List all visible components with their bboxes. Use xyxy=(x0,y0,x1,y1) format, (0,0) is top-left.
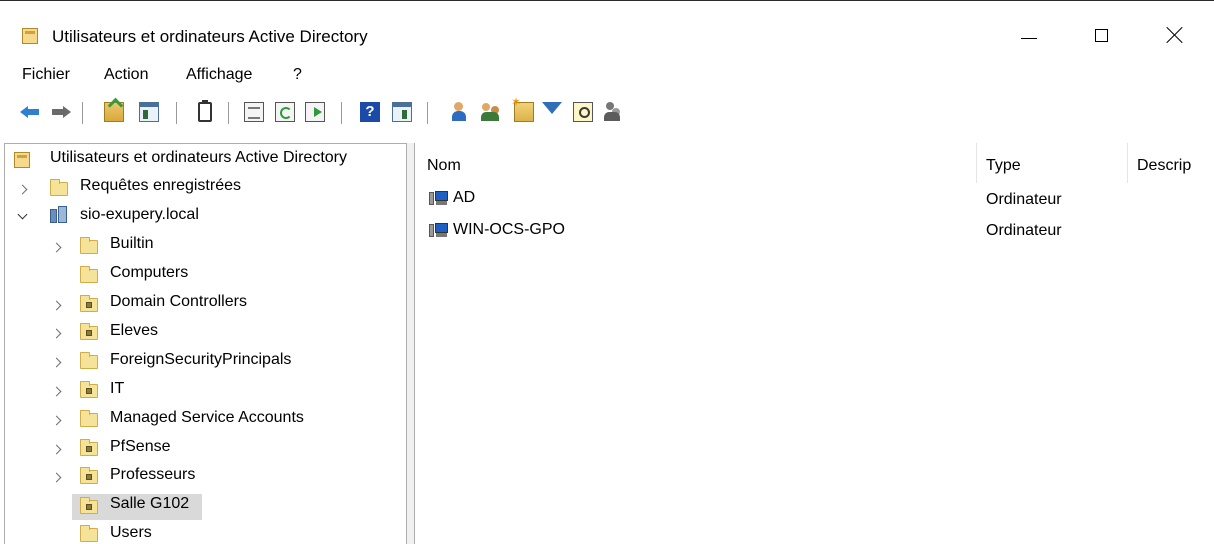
close-button[interactable] xyxy=(1152,15,1198,55)
toolbar-separator xyxy=(176,102,177,124)
console-tree[interactable] xyxy=(4,143,407,544)
computer-icon xyxy=(429,222,449,240)
tree-item-label: Professeurs xyxy=(110,466,196,483)
menu-bar: Fichier Action Affichage ? xyxy=(0,60,1214,90)
chevron-down-icon[interactable] xyxy=(16,210,30,224)
folder-icon xyxy=(80,237,98,254)
folder-icon xyxy=(80,410,98,427)
tree-item-label: Domain Controllers xyxy=(110,293,247,310)
toolbar: ? xyxy=(0,94,1214,136)
tree-root-label: Utilisateurs et ordinateurs Active Direc… xyxy=(50,149,347,166)
chevron-right-icon[interactable] xyxy=(50,471,64,485)
ou-folder-icon xyxy=(80,497,98,514)
column-header-description[interactable]: Descrip xyxy=(1137,157,1191,175)
row-type: Ordinateur xyxy=(986,222,1062,239)
folder-icon xyxy=(80,525,98,542)
chevron-right-icon[interactable] xyxy=(50,414,64,428)
tree-item-label: sio-exupery.local xyxy=(80,206,199,223)
folder-icon xyxy=(80,266,98,283)
ou-folder-icon xyxy=(80,439,98,456)
help-icon[interactable]: ? xyxy=(360,102,380,122)
menu-action[interactable]: Action xyxy=(104,66,148,84)
column-divider[interactable] xyxy=(1127,143,1128,183)
row-name: WIN-OCS-GPO xyxy=(453,221,565,238)
export-list-icon[interactable] xyxy=(305,102,325,122)
maximize-icon xyxy=(1094,28,1108,42)
menu-affichage[interactable]: Affichage xyxy=(186,66,252,84)
new-ou-icon[interactable] xyxy=(511,95,534,122)
tree-item-label: Builtin xyxy=(110,235,154,252)
domain-icon xyxy=(50,206,68,224)
refresh-icon[interactable] xyxy=(275,102,295,122)
tree-item-label: Salle G102 xyxy=(110,495,190,512)
chevron-right-icon[interactable] xyxy=(16,183,30,197)
delegate-control-icon[interactable] xyxy=(603,102,623,122)
clipboard-icon[interactable] xyxy=(198,100,212,122)
folder-icon xyxy=(80,352,98,369)
tree-item-label: PfSense xyxy=(110,438,171,455)
menu-help[interactable]: ? xyxy=(293,66,302,84)
tree-item-label: IT xyxy=(110,380,125,397)
minimize-button[interactable] xyxy=(1006,15,1052,55)
chevron-right-icon[interactable] xyxy=(50,241,64,255)
column-divider[interactable] xyxy=(976,143,977,183)
close-icon xyxy=(1166,26,1184,44)
maximize-button[interactable] xyxy=(1078,15,1124,55)
up-level-icon[interactable] xyxy=(104,102,124,122)
chevron-right-icon[interactable] xyxy=(50,327,64,341)
menu-fichier[interactable]: Fichier xyxy=(22,66,70,84)
find-icon[interactable] xyxy=(573,102,593,122)
toolbar-separator xyxy=(341,102,342,124)
ou-folder-icon xyxy=(80,467,98,484)
folder-icon xyxy=(50,179,68,196)
new-group-icon[interactable] xyxy=(481,102,501,122)
back-icon[interactable] xyxy=(20,102,40,122)
forward-icon[interactable] xyxy=(51,102,71,122)
tree-item-label: Eleves xyxy=(110,322,159,339)
new-user-icon[interactable] xyxy=(450,102,470,122)
chevron-right-icon[interactable] xyxy=(50,385,64,399)
properties-icon[interactable] xyxy=(244,102,264,122)
ou-folder-icon xyxy=(80,381,98,398)
ou-folder-icon xyxy=(80,323,98,340)
tree-item-label: Computers xyxy=(110,264,189,281)
column-header-type[interactable]: Type xyxy=(986,157,1021,175)
column-header-nom[interactable]: Nom xyxy=(427,157,461,175)
details-list[interactable]: Nom Type Descrip AD Ordinateur WIN-OCS-G… xyxy=(414,143,1214,544)
computer-icon xyxy=(429,190,449,208)
chevron-right-icon[interactable] xyxy=(50,356,64,370)
active-directory-icon xyxy=(14,152,30,168)
row-type: Ordinateur xyxy=(986,191,1062,208)
active-directory-icon xyxy=(22,28,38,44)
window-title: Utilisateurs et ordinateurs Active Direc… xyxy=(52,27,368,46)
ou-folder-icon xyxy=(80,295,98,312)
pane-splitter[interactable] xyxy=(407,143,414,544)
toolbar-separator xyxy=(82,102,83,124)
tree-item-label: ForeignSecurityPrincipals xyxy=(110,351,292,368)
toolbar-separator xyxy=(427,102,428,124)
title-bar: Utilisateurs et ordinateurs Active Direc… xyxy=(0,1,1214,60)
row-name: AD xyxy=(453,189,476,206)
minimize-icon xyxy=(1021,37,1037,39)
filter-icon[interactable] xyxy=(542,102,562,114)
show-hide-console-tree-icon[interactable] xyxy=(139,102,159,122)
chevron-right-icon[interactable] xyxy=(50,443,64,457)
tree-item-label: Users xyxy=(110,524,152,541)
tree-item-label: Managed Service Accounts xyxy=(110,409,304,426)
toolbar-separator xyxy=(228,102,229,124)
columns-icon[interactable] xyxy=(392,102,412,122)
chevron-right-icon[interactable] xyxy=(50,299,64,313)
tree-item-label: Requêtes enregistrées xyxy=(80,177,241,194)
